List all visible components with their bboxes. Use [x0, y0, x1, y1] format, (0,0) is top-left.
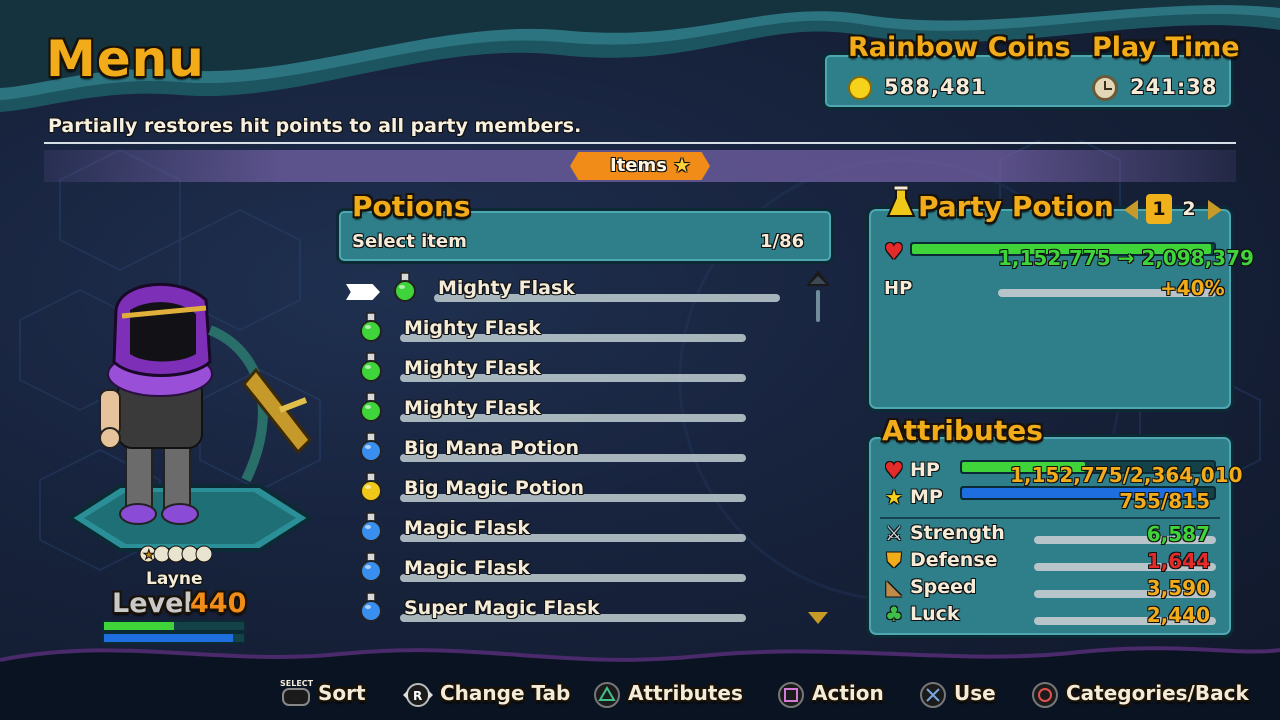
- list-item[interactable]: Big Magic Potion: [354, 472, 750, 508]
- list-item[interactable]: Mighty Flask: [354, 312, 750, 348]
- stat-label: Luck: [910, 603, 960, 625]
- stat-label: Speed: [910, 576, 977, 598]
- blue-super-flask-icon: [360, 592, 382, 622]
- item-name: Super Magic Flask: [404, 597, 600, 619]
- tab-items-label[interactable]: Items: [610, 155, 667, 176]
- list-item[interactable]: Mighty Flask: [388, 272, 784, 308]
- description-divider: [44, 142, 1236, 144]
- attr-hp-label: HP: [910, 459, 940, 481]
- triangle-button-icon[interactable]: [594, 682, 620, 708]
- item-name: Big Mana Potion: [404, 437, 580, 459]
- r-stick-letter: R: [413, 689, 422, 703]
- categories-back-hint[interactable]: Categories/Back: [1066, 681, 1249, 705]
- r-stick-icon[interactable]: R: [400, 682, 436, 708]
- star-rank: ★: [140, 545, 212, 564]
- item-name: Mighty Flask: [404, 357, 541, 379]
- attributes-hint[interactable]: Attributes: [628, 681, 743, 705]
- arrow-icon: →: [1117, 246, 1135, 270]
- attr-mp-label: MP: [910, 486, 943, 508]
- character-name: Layne: [146, 569, 203, 589]
- blue-potion-icon: [360, 432, 382, 462]
- square-button-icon[interactable]: [778, 682, 804, 708]
- change-tab-hint[interactable]: Change Tab: [440, 681, 570, 705]
- item-description: Partially restores hit points to all par…: [48, 115, 582, 137]
- use-hint[interactable]: Use: [954, 681, 996, 705]
- select-item-label: Select item: [352, 231, 467, 252]
- attr-mp-value: 755/815: [1119, 489, 1210, 513]
- coin-icon: [848, 76, 872, 100]
- stat-label: Strength: [910, 522, 1005, 544]
- page-title: Menu: [46, 30, 205, 88]
- play-time-label: Play Time: [1092, 32, 1240, 63]
- party-potion-panel: [866, 206, 1234, 412]
- bottom-bar: [0, 646, 1280, 720]
- list-item[interactable]: Mighty Flask: [354, 392, 750, 428]
- character-hp-fill: [104, 622, 174, 630]
- attributes-divider: [880, 517, 1220, 519]
- select-button-icon[interactable]: [282, 688, 310, 706]
- heart-icon: ♥: [884, 240, 904, 265]
- page-1-button[interactable]: 1: [1146, 194, 1172, 224]
- list-item[interactable]: Magic Flask: [354, 552, 750, 588]
- yellow-potion-icon: [360, 472, 382, 502]
- attributes-title: Attributes: [882, 414, 1043, 447]
- boot-icon: ◣: [886, 575, 902, 599]
- potions-title: Potions: [352, 190, 471, 223]
- green-flask-icon: [394, 272, 416, 302]
- star-icon: ★: [673, 153, 691, 177]
- action-hint[interactable]: Action: [812, 681, 884, 705]
- item-count: 1/86: [760, 231, 805, 252]
- hp-from: 1,152,775: [998, 246, 1111, 270]
- item-name: Big Magic Potion: [404, 477, 585, 499]
- page-2-button[interactable]: 2: [1178, 194, 1200, 224]
- hp-to: 2,098,379: [1141, 246, 1254, 270]
- stat-value: 1,644: [1146, 549, 1210, 573]
- green-flask-icon: [360, 392, 382, 422]
- play-time-value: 241:38: [1130, 75, 1218, 99]
- stat-label: Defense: [910, 549, 998, 571]
- rainbow-coins-label: Rainbow Coins: [848, 32, 1071, 63]
- stat-value: 6,587: [1146, 522, 1210, 546]
- item-name: Magic Flask: [404, 557, 530, 579]
- list-item[interactable]: Mighty Flask: [354, 352, 750, 388]
- hp-change: 1,152,775 → 2,098,379: [998, 246, 1254, 270]
- hp-percent: +40%: [1160, 276, 1225, 300]
- heart-icon: ♥: [884, 459, 904, 484]
- cross-button-icon[interactable]: [920, 682, 946, 708]
- svg-text:★: ★: [143, 548, 155, 563]
- blue-flask-icon: [360, 512, 382, 542]
- green-flask-icon: [360, 352, 382, 382]
- stat-value: 2,440: [1146, 603, 1210, 627]
- party-potion-title: Party Potion: [918, 190, 1114, 223]
- list-item[interactable]: Super Magic Flask: [354, 592, 750, 628]
- item-name: Mighty Flask: [404, 317, 541, 339]
- item-name: Mighty Flask: [438, 277, 575, 299]
- list-item[interactable]: Magic Flask: [354, 512, 750, 548]
- item-name: Mighty Flask: [404, 397, 541, 419]
- select-tag: SELECT: [280, 679, 314, 688]
- item-name: Magic Flask: [404, 517, 530, 539]
- sort-hint[interactable]: Sort: [318, 681, 366, 705]
- sword-icon: ⚔: [885, 521, 903, 545]
- level-label: Level: [112, 588, 193, 619]
- character-portrait: [66, 282, 314, 552]
- coins-value: 588,481: [884, 75, 987, 99]
- blue-flask-icon: [360, 552, 382, 582]
- stat-value: 3,590: [1146, 576, 1210, 600]
- list-item[interactable]: Big Mana Potion: [354, 432, 750, 468]
- clover-icon: ♣: [885, 602, 903, 626]
- hp-label: HP: [884, 278, 913, 299]
- star-icon: ★: [885, 485, 903, 509]
- scrollbar[interactable]: [816, 290, 820, 322]
- clock-icon: [1092, 75, 1118, 101]
- potion-flask-icon: [886, 186, 916, 217]
- shield-icon: ⛊: [886, 548, 902, 572]
- circle-button-icon[interactable]: [1032, 682, 1058, 708]
- green-flask-icon: [360, 312, 382, 342]
- attr-hp-value: 1,152,775/2,364,010: [1010, 463, 1243, 487]
- level-value: 440: [190, 588, 247, 619]
